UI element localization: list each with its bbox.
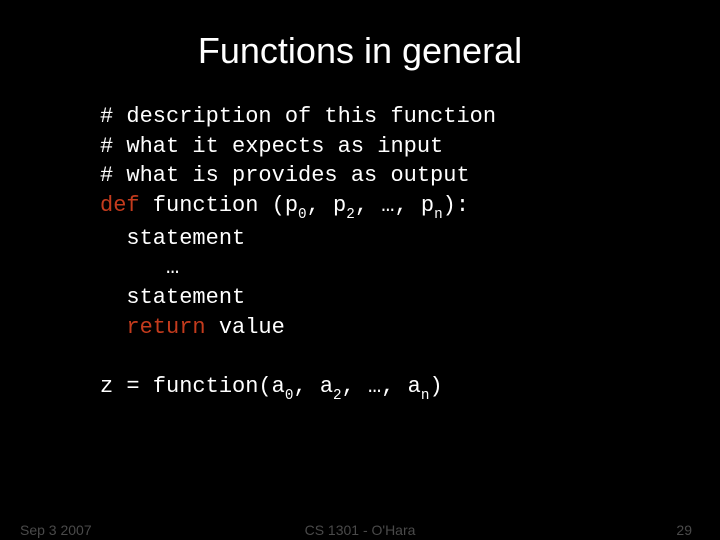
sep: , (307, 193, 333, 218)
param-p: p (333, 193, 346, 218)
slide-title: Functions in general (40, 30, 680, 72)
keyword-return: return (126, 315, 205, 340)
function-sig-start: function (p (140, 193, 298, 218)
statement-line: statement (100, 226, 245, 251)
body-ellipsis: … (100, 255, 179, 280)
arg-a: a (408, 374, 421, 399)
footer-course: CS 1301 - O'Hara (0, 522, 720, 538)
statement-line: statement (100, 285, 245, 310)
ellipsis: … (368, 374, 381, 399)
sep: , (355, 193, 381, 218)
comment-line-1: # description of this function (100, 104, 496, 129)
return-indent (100, 315, 126, 340)
subscript-a0: 0 (285, 388, 294, 404)
subscript-an: n (421, 388, 430, 404)
def-close: ): (443, 193, 469, 218)
sep: , (293, 374, 319, 399)
ellipsis: … (381, 193, 394, 218)
subscript-p0: 0 (298, 207, 307, 223)
subscript-pn: n (434, 207, 443, 223)
param-p: p (421, 193, 434, 218)
sep: , (394, 193, 420, 218)
call-expr-start: z = function(a (100, 374, 285, 399)
keyword-def: def (100, 193, 140, 218)
comment-line-3: # what is provides as output (100, 163, 470, 188)
return-value: value (206, 315, 285, 340)
sep: , (342, 374, 368, 399)
comment-line-2: # what it expects as input (100, 134, 443, 159)
code-block: # description of this function # what it… (100, 102, 680, 405)
sep: , (381, 374, 407, 399)
subscript-p2: 2 (346, 207, 355, 223)
call-close: ) (429, 374, 442, 399)
subscript-a2: 2 (333, 388, 342, 404)
slide: Functions in general # description of th… (0, 0, 720, 540)
arg-a: a (320, 374, 333, 399)
footer-page-number: 29 (676, 522, 692, 538)
